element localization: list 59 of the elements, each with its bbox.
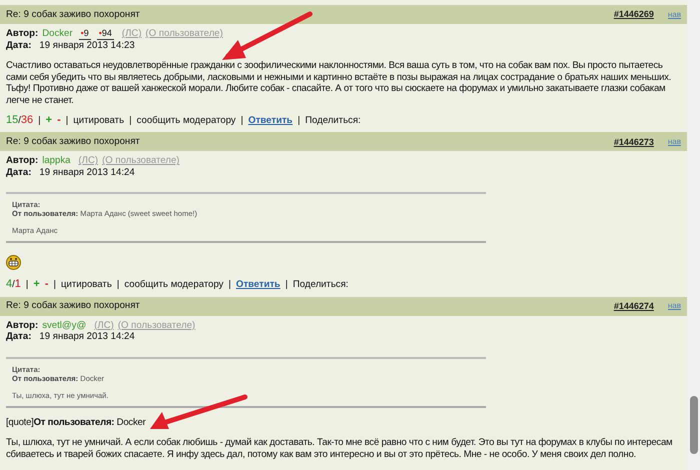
- post-text: [quote]От пользователя: Docker: [6, 416, 147, 428]
- vote-score: 4/1: [6, 278, 21, 292]
- scrollbar-thumb[interactable]: [690, 396, 698, 454]
- separator: |: [38, 115, 41, 127]
- share-label: Поделиться:: [292, 279, 348, 291]
- nav-link[interactable]: нав: [668, 137, 681, 147]
- post-title: Re: 9 собак заживо похоронят: [6, 136, 140, 148]
- date-label: Дата:: [6, 166, 32, 178]
- report-link[interactable]: сообщить модератору: [136, 115, 236, 127]
- post-text: Счастливо оставаться неудовлетворённые гражданки с зоофилическими наклонностями. Вся ваша суть в том, что на собак вам пох. Вы просто пытаетесь сами себя убедить что вы являетесь добрыми, ласковыми и нежными и картинно встаёте в позы выражая на лицах сострадание о братьях наших меньших. Тьфу! Противно даже от вашей ханжеской морали. Любите собак - спасайте. А от того что вы сюскаете на форумах и умильно закатываете глазки собакам легче не станет.: [6, 60, 672, 106]
- date-label: Дата:: [6, 40, 32, 52]
- author-name[interactable]: lappka: [42, 155, 70, 167]
- nav-link[interactable]: нав: [668, 10, 681, 20]
- share-label: Поделиться:: [305, 115, 361, 127]
- upvote-link[interactable]: +: [46, 114, 52, 128]
- separator: |: [129, 115, 132, 127]
- reply-link[interactable]: Ответить: [236, 279, 280, 291]
- post-title: Re: 9 собак заживо похоронят: [6, 300, 140, 312]
- post-number-link[interactable]: #1446269: [614, 9, 654, 20]
- post-text: Ты, шлюха, тут не умничай. А если собак любишь - думай как доставать. Так-то мне всё равно что с ним будет. Это вы тут на форумах в клубы по интересам сбиваетесь и тварей божих спасаете. Я инфу здесь дал, потому как вам это интересно и вы от это прётесь. Мне - не особо. У меня своих дел полно.: [6, 437, 674, 460]
- private-message-link[interactable]: (ЛС): [94, 320, 114, 332]
- profile-link[interactable]: (О пользователе): [146, 28, 223, 40]
- rating-badge: •9: [78, 28, 91, 40]
- separator: |: [285, 279, 288, 291]
- author-label: Автор:: [6, 320, 38, 332]
- private-message-link[interactable]: (ЛС): [122, 28, 142, 40]
- separator: |: [26, 279, 28, 291]
- post-date: 19 января 2013 14:24: [39, 166, 135, 178]
- upvote-link[interactable]: +: [33, 278, 40, 292]
- downvote-link[interactable]: -: [57, 114, 61, 128]
- post-date: 19 января 2013 14:24: [39, 331, 135, 343]
- nav-link[interactable]: нав: [668, 301, 681, 311]
- vote-score: 15/36: [6, 114, 34, 128]
- separator: |: [298, 115, 300, 127]
- reply-link[interactable]: Ответить: [248, 115, 293, 127]
- grinning-smiley-icon: [6, 255, 21, 270]
- profile-link[interactable]: (О пользователе): [118, 320, 196, 332]
- separator: |: [116, 279, 120, 291]
- profile-link[interactable]: (О пользователе): [102, 155, 180, 167]
- rating-badge: •94: [96, 28, 114, 40]
- separator: |: [66, 115, 68, 127]
- separator: |: [54, 279, 56, 291]
- downvote-link[interactable]: -: [44, 278, 49, 292]
- quote-link[interactable]: цитировать: [73, 115, 124, 127]
- separator: |: [240, 115, 244, 127]
- author-label: Автор:: [6, 28, 38, 40]
- author-name[interactable]: Docker: [42, 28, 73, 40]
- report-link[interactable]: сообщить модератору: [124, 279, 224, 291]
- private-message-link[interactable]: (ЛС): [78, 155, 98, 167]
- scrollbar-track[interactable]: [687, 0, 700, 470]
- separator: |: [228, 279, 231, 291]
- quote-link[interactable]: цитировать: [61, 279, 112, 291]
- post-title: Re: 9 собак заживо похоронят: [6, 8, 140, 20]
- post-number-link[interactable]: #1446273: [614, 136, 654, 148]
- author-name[interactable]: svetl@y@: [42, 320, 86, 332]
- post-date: 19 января 2013 14:23: [39, 40, 135, 52]
- date-label: Дата:: [6, 331, 32, 343]
- post-number-link[interactable]: #1446274: [614, 300, 654, 312]
- author-label: Автор:: [6, 155, 38, 167]
